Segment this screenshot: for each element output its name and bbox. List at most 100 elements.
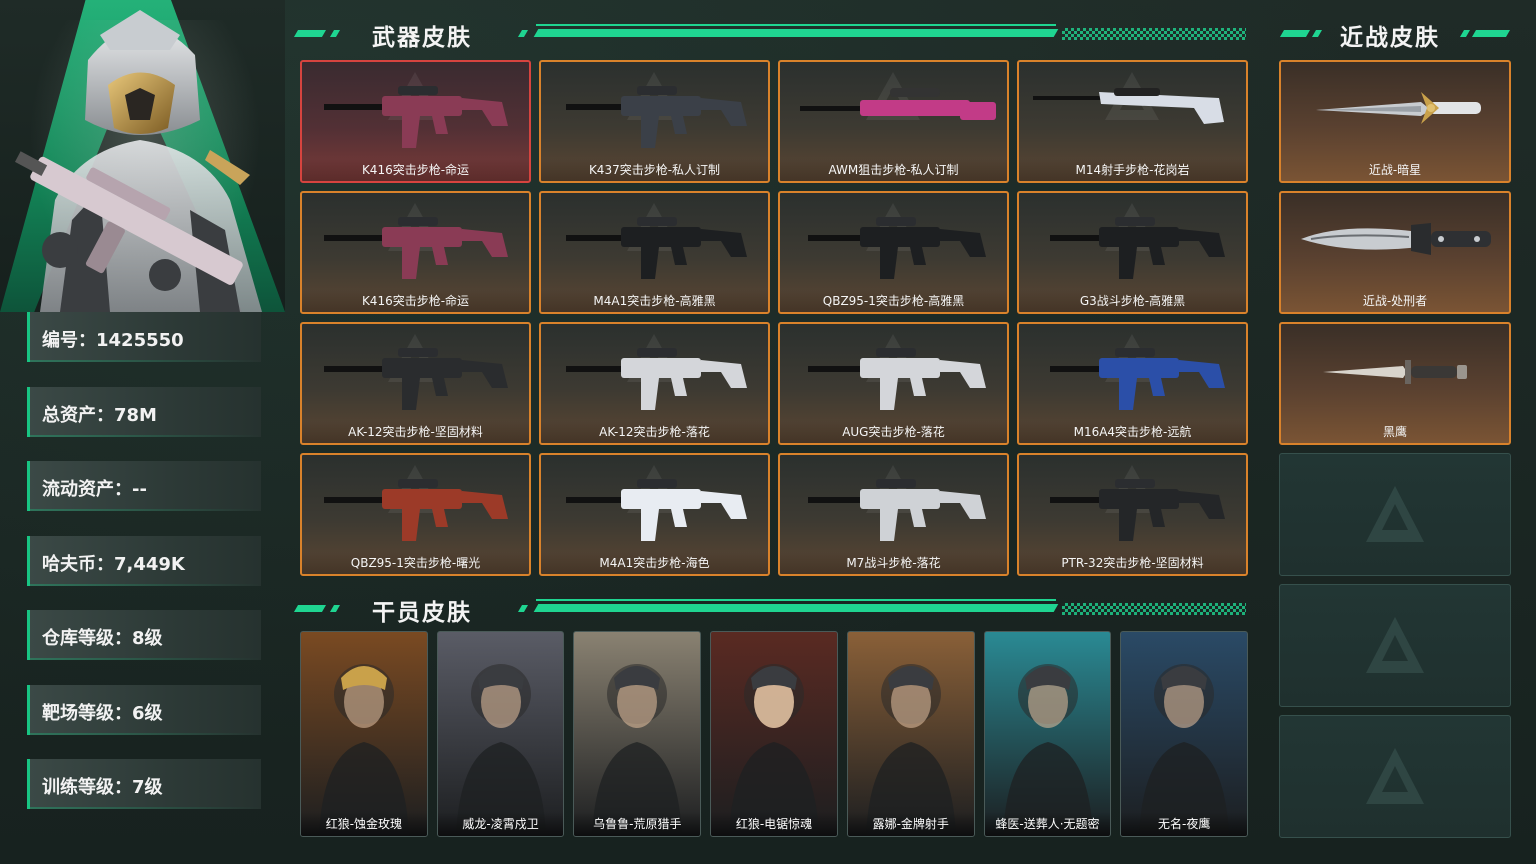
weapon-name: M14射手步枪-花岗岩 xyxy=(1019,159,1246,181)
header-checker-decoration xyxy=(1062,28,1246,40)
weapon-name: K437突击步枪-私人订制 xyxy=(541,159,768,181)
stat-liquid-assets: 流动资产：-- xyxy=(27,461,261,511)
weapon-card[interactable]: M4A1突击步枪-高雅黑 xyxy=(539,191,770,314)
weapon-card[interactable]: M7战斗步枪-落花 xyxy=(778,453,1009,576)
operator-portrait xyxy=(592,664,683,836)
operator-portrait xyxy=(729,664,820,836)
empty-melee-slot xyxy=(1279,453,1511,576)
weapons-section-title: 武器皮肤 xyxy=(372,25,472,51)
operator-portrait xyxy=(14,10,262,312)
knife-black-hawk-image xyxy=(1323,360,1467,384)
weapon-image xyxy=(1050,465,1225,541)
operator-card[interactable]: 蜂医-送葬人·无题密 xyxy=(983,631,1112,837)
stat-id-text: 编号：1425550 xyxy=(42,330,184,351)
operator-name: 蜂医-送葬人·无题密 xyxy=(984,812,1111,836)
operator-card[interactable]: 威龙-凌霄戍卫 xyxy=(436,631,565,837)
melee-card[interactable]: 黑鹰 xyxy=(1279,322,1511,445)
weapon-image xyxy=(808,203,986,279)
header-dash-decoration xyxy=(293,30,327,37)
weapon-name: AK-12突击步枪-坚固材料 xyxy=(302,421,529,443)
operator-skin-row: 红狼-蚀金玫瑰 威龙-凌霄戍卫 乌鲁鲁-荒原猎手 红狼-电锯惊魂 露娜-金牌射手 蜂医-送… xyxy=(300,631,1249,837)
weapon-card[interactable]: M4A1突击步枪-海色 xyxy=(539,453,770,576)
melee-card[interactable]: 近战-处刑者 xyxy=(1279,191,1511,314)
weapon-card[interactable]: AK-12突击步枪-落花 xyxy=(539,322,770,445)
weapon-card[interactable]: K416突击步枪-命运 xyxy=(300,191,531,314)
operator-portrait xyxy=(1139,664,1230,836)
operators-section-header: 干员皮肤 xyxy=(292,595,1252,626)
weapon-card[interactable]: M14射手步枪-花岗岩 xyxy=(1017,60,1248,183)
weapon-name: M4A1突击步枪-高雅黑 xyxy=(541,290,768,312)
operator-card[interactable]: 乌鲁鲁-荒原猎手 xyxy=(573,631,702,837)
weapon-card[interactable]: K416突击步枪-命运 xyxy=(300,60,531,183)
weapon-name: QBZ95-1突击步枪-曙光 xyxy=(302,552,529,574)
weapon-image xyxy=(808,465,986,541)
stat-id: 编号：1425550 xyxy=(27,312,261,362)
operator-name: 红狼-电锯惊魂 xyxy=(711,812,837,836)
stat-warehouse-level: 仓库等级：8级 xyxy=(27,610,261,660)
stat-range-level-text: 靶场等级：6级 xyxy=(42,702,163,724)
weapon-image xyxy=(566,465,747,541)
weapon-card[interactable]: PTR-32突击步枪-坚固材料 xyxy=(1017,453,1248,576)
brand-logo-icon xyxy=(1366,485,1424,542)
weapon-image xyxy=(324,203,508,279)
melee-name: 近战-暗星 xyxy=(1368,163,1422,177)
operator-card[interactable]: 露娜-金牌射手 xyxy=(846,631,975,837)
operator-portrait xyxy=(319,664,409,836)
operators-section-title: 干员皮肤 xyxy=(372,600,472,626)
melee-card[interactable]: 近战-暗星 xyxy=(1279,60,1511,183)
player-avatar xyxy=(0,0,285,312)
weapon-name: G3战斗步枪-高雅黑 xyxy=(1019,290,1246,312)
weapon-image xyxy=(566,72,747,148)
stat-total-assets: 总资产：78M xyxy=(27,386,261,437)
weapon-image xyxy=(324,72,508,148)
stat-haf-coins: 哈夫币：7,449K xyxy=(27,535,261,586)
weapon-name: K416突击步枪-命运 xyxy=(302,290,529,312)
knife-dark-star-image xyxy=(1316,92,1481,124)
weapon-image xyxy=(324,334,508,410)
empty-melee-slot xyxy=(1279,715,1511,838)
weapon-card[interactable]: M16A4突击步枪-远航 xyxy=(1017,322,1248,445)
melee-section-header: 近战皮肤 xyxy=(1278,20,1514,51)
weapon-card[interactable]: AWM狙击步枪-私人订制 xyxy=(778,60,1009,183)
weapon-image xyxy=(808,334,986,410)
weapon-image xyxy=(324,465,508,541)
player-stats: 编号：1425550 总资产：78M 流动资产：-- 哈夫币：7,449K 仓库… xyxy=(27,312,261,834)
operator-name: 露娜-金牌射手 xyxy=(847,812,974,836)
weapon-name: M16A4突击步枪-远航 xyxy=(1019,421,1246,443)
weapon-card[interactable]: K437突击步枪-私人订制 xyxy=(539,60,770,183)
weapon-name: AK-12突击步枪-落花 xyxy=(541,421,768,443)
operator-portrait xyxy=(455,664,546,836)
weapon-card[interactable]: QBZ95-1突击步枪-高雅黑 xyxy=(778,191,1009,314)
operator-card[interactable]: 红狼-蚀金玫瑰 xyxy=(300,631,428,837)
stat-training-level-text: 训练等级：7级 xyxy=(42,777,163,798)
weapon-skin-grid: K416突击步枪-命运 K437突击步枪-私人订制 AWM狙击步枪-私人订制 M14射… xyxy=(300,60,1248,576)
weapon-image xyxy=(1033,72,1224,124)
weapon-name: PTR-32突击步枪-坚固材料 xyxy=(1019,552,1246,574)
weapon-card[interactable]: G3战斗步枪-高雅黑 xyxy=(1017,191,1248,314)
player-panel: 编号：1425550 总资产：78M 流动资产：-- 哈夫币：7,449K 仓库… xyxy=(0,0,285,864)
stat-training-level: 训练等级：7级 xyxy=(27,759,261,809)
weapon-card[interactable]: QBZ95-1突击步枪-曙光 xyxy=(300,453,531,576)
weapon-name: AUG突击步枪-落花 xyxy=(780,421,1007,443)
operator-card[interactable]: 无名-夜鹰 xyxy=(1120,631,1249,837)
operator-name: 无名-夜鹰 xyxy=(1121,812,1248,836)
weapons-section-header: 武器皮肤 xyxy=(292,20,1252,51)
operator-name: 威龙-凌霄戍卫 xyxy=(437,812,564,836)
weapon-image xyxy=(566,334,747,410)
brand-logo-icon xyxy=(1366,616,1424,673)
weapon-card[interactable]: AK-12突击步枪-坚固材料 xyxy=(300,322,531,445)
weapon-image xyxy=(1050,203,1225,279)
operator-portrait xyxy=(865,664,956,836)
stat-range-level: 靶场等级：6级 xyxy=(27,684,261,735)
weapon-card[interactable]: AUG突击步枪-落花 xyxy=(778,322,1009,445)
melee-name: 近战-处刑者 xyxy=(1362,294,1428,308)
empty-melee-slot xyxy=(1279,584,1511,707)
stat-liquid-assets-text: 流动资产：-- xyxy=(42,479,147,500)
operator-card[interactable]: 红狼-电锯惊魂 xyxy=(710,631,838,837)
knife-executioner-image xyxy=(1301,223,1491,255)
melee-skin-column: 近战-暗星 近战-处刑者 黑鹰 xyxy=(1279,60,1511,846)
weapon-name: K416突击步枪-命运 xyxy=(302,159,529,181)
operator-name: 红狼-蚀金玫瑰 xyxy=(301,812,427,836)
weapon-image xyxy=(1050,334,1225,410)
weapon-name: M7战斗步枪-落花 xyxy=(780,552,1007,574)
